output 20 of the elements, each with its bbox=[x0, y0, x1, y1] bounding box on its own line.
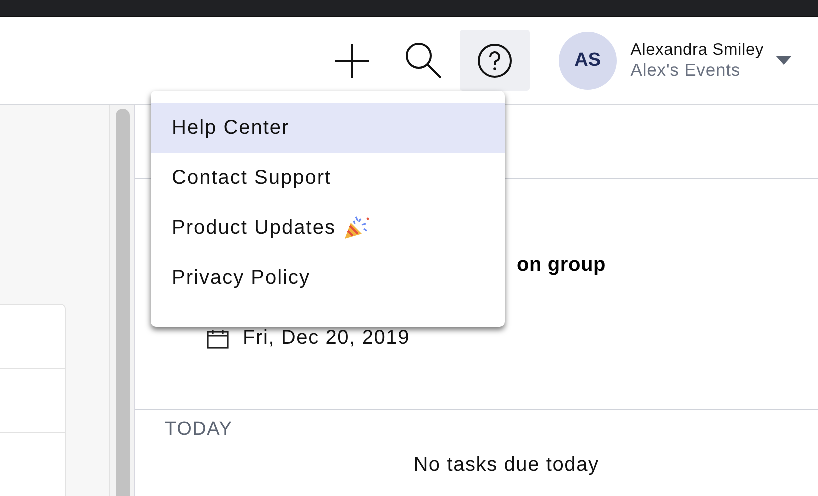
account-name: Alex's Events bbox=[630, 60, 742, 80]
avatar[interactable]: AS bbox=[558, 32, 617, 90]
help-button[interactable] bbox=[460, 30, 530, 91]
user-name: Alexandra Smiley bbox=[630, 40, 764, 60]
help-icon bbox=[476, 42, 513, 78]
search-button[interactable] bbox=[404, 40, 444, 80]
scrollbar-thumb[interactable] bbox=[116, 109, 130, 496]
calendar-icon bbox=[207, 328, 229, 348]
add-button[interactable] bbox=[334, 42, 370, 78]
menu-item[interactable]: Contact Support bbox=[151, 153, 505, 203]
task-title[interactable]: on group bbox=[517, 254, 818, 277]
menu-item[interactable]: Product Updates bbox=[151, 203, 505, 253]
due-date: Fri, Dec 20, 2019 bbox=[243, 327, 410, 350]
menu-item[interactable]: Privacy Policy bbox=[151, 253, 505, 303]
search-icon bbox=[404, 40, 444, 80]
caret-icon[interactable] bbox=[776, 56, 792, 66]
menu-item[interactable]: Help Center bbox=[151, 103, 505, 153]
section-heading: TODAY bbox=[165, 419, 234, 441]
plus-icon bbox=[334, 42, 370, 78]
empty-message: No tasks due today bbox=[414, 454, 600, 477]
